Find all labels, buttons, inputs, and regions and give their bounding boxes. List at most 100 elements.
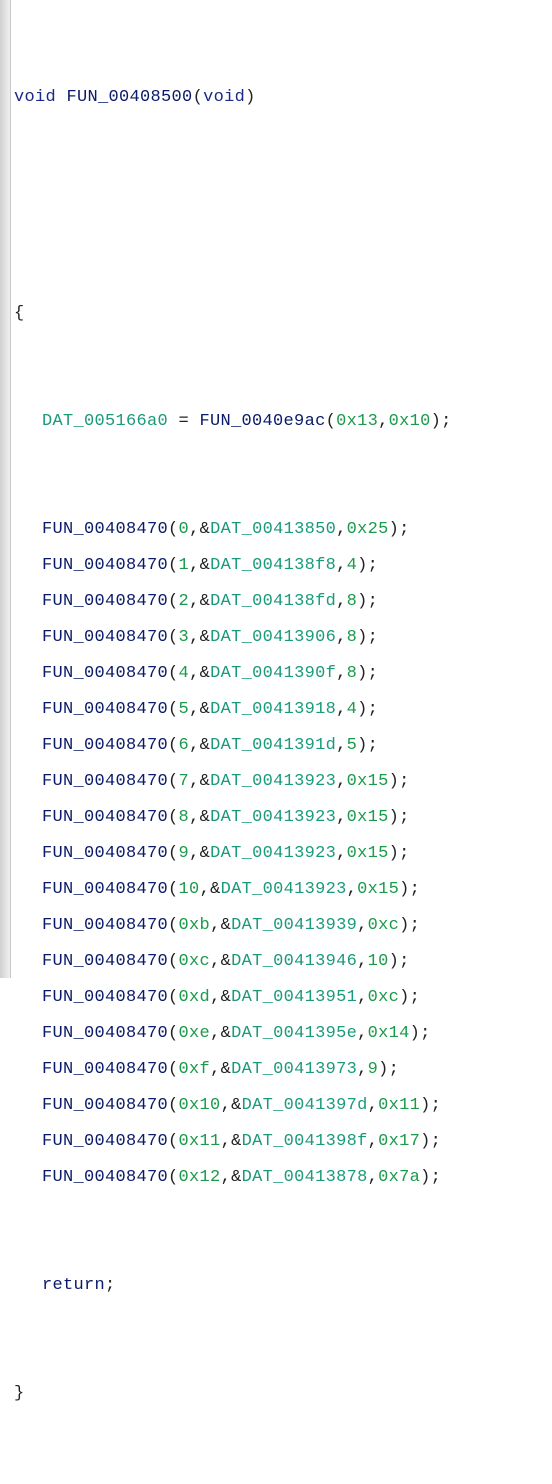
call-line[interactable]: FUN_00408470(10,&DAT_00413923,0x15);	[14, 872, 552, 908]
call-fn[interactable]: FUN_00408470	[42, 1096, 168, 1115]
arg-len: 0x14	[368, 1024, 410, 1043]
decompiler-code-view[interactable]: void FUN_00408500(void) { DAT_005166a0 =…	[0, 0, 552, 1484]
arg-len: 0x15	[357, 880, 399, 899]
call-line[interactable]: FUN_00408470(7,&DAT_00413923,0x15);	[14, 764, 552, 800]
call-fn[interactable]: FUN_00408470	[42, 1168, 168, 1187]
call-fn[interactable]: FUN_00408470	[42, 844, 168, 863]
call-fn[interactable]: FUN_00408470	[42, 988, 168, 1007]
amp: &	[200, 736, 211, 755]
arg-dat[interactable]: DAT_0041395e	[231, 1024, 357, 1043]
call-fn[interactable]: FUN_00408470	[42, 916, 168, 935]
call-line[interactable]: FUN_00408470(2,&DAT_004138fd,8);	[14, 584, 552, 620]
arg-len: 0x15	[347, 808, 389, 827]
arg-dat[interactable]: DAT_00413923	[210, 772, 336, 791]
amp: &	[200, 628, 211, 647]
arg-dat[interactable]: DAT_00413906	[210, 628, 336, 647]
call-fn[interactable]: FUN_00408470	[42, 808, 168, 827]
arg-dat[interactable]: DAT_00413923	[210, 844, 336, 863]
amp: &	[200, 844, 211, 863]
call-line[interactable]: FUN_00408470(9,&DAT_00413923,0x15);	[14, 836, 552, 872]
call-fn[interactable]: FUN_00408470	[42, 952, 168, 971]
arg-len: 8	[347, 592, 358, 611]
call-line[interactable]: FUN_00408470(0x10,&DAT_0041397d,0x11);	[14, 1088, 552, 1124]
arg-index: 0xc	[179, 952, 211, 971]
call-line[interactable]: FUN_00408470(3,&DAT_00413906,8);	[14, 620, 552, 656]
call-line[interactable]: FUN_00408470(0xf,&DAT_00413973,9);	[14, 1052, 552, 1088]
call-line[interactable]: FUN_00408470(5,&DAT_00413918,4);	[14, 692, 552, 728]
arg-dat[interactable]: DAT_00413951	[231, 988, 357, 1007]
arg-dat[interactable]: DAT_00413923	[210, 808, 336, 827]
call-line[interactable]: FUN_00408470(0xb,&DAT_00413939,0xc);	[14, 908, 552, 944]
call-fn[interactable]: FUN_00408470	[42, 592, 168, 611]
call-line[interactable]: FUN_00408470(8,&DAT_00413923,0x15);	[14, 800, 552, 836]
assignment-line[interactable]: DAT_005166a0 = FUN_0040e9ac(0x13,0x10);	[14, 404, 552, 440]
call-line[interactable]: FUN_00408470(4,&DAT_0041390f,8);	[14, 656, 552, 692]
call-line[interactable]: FUN_00408470(0xc,&DAT_00413946,10);	[14, 944, 552, 980]
call-line[interactable]: FUN_00408470(1,&DAT_004138f8,4);	[14, 548, 552, 584]
lhs-dat[interactable]: DAT_005166a0	[42, 412, 168, 431]
arg-dat[interactable]: DAT_0041398f	[242, 1132, 368, 1151]
call-line[interactable]: FUN_00408470(0,&DAT_00413850,0x25);	[14, 512, 552, 548]
close-brace: }	[14, 1384, 25, 1403]
call-line[interactable]: FUN_00408470(0x11,&DAT_0041398f,0x17);	[14, 1124, 552, 1160]
arg-dat[interactable]: DAT_00413850	[210, 520, 336, 539]
arg-dat[interactable]: DAT_00413923	[221, 880, 347, 899]
call-line[interactable]: FUN_00408470(6,&DAT_0041391d,5);	[14, 728, 552, 764]
call-fn[interactable]: FUN_00408470	[42, 700, 168, 719]
arg-index: 8	[179, 808, 190, 827]
arg-index: 0xf	[179, 1060, 211, 1079]
return-keyword: return	[42, 1276, 105, 1295]
amp: &	[210, 880, 221, 899]
call-line[interactable]: FUN_00408470(0x12,&DAT_00413878,0x7a);	[14, 1160, 552, 1196]
amp: &	[200, 664, 211, 683]
amp: &	[231, 1096, 242, 1115]
rhs-fn[interactable]: FUN_0040e9ac	[200, 412, 326, 431]
arg-index: 4	[179, 664, 190, 683]
open-paren: (	[193, 88, 204, 107]
call-fn[interactable]: FUN_00408470	[42, 772, 168, 791]
arg-index: 9	[179, 844, 190, 863]
function-signature[interactable]: void FUN_00408500(void)	[14, 80, 552, 116]
call-fn[interactable]: FUN_00408470	[42, 1024, 168, 1043]
call-fn[interactable]: FUN_00408470	[42, 1132, 168, 1151]
call-line[interactable]: FUN_00408470(0xd,&DAT_00413951,0xc);	[14, 980, 552, 1016]
arg-index: 0xd	[179, 988, 211, 1007]
arg-index: 0x11	[179, 1132, 221, 1151]
arg-len: 9	[368, 1060, 379, 1079]
amp: &	[200, 700, 211, 719]
code-gutter	[0, 0, 11, 978]
call-fn[interactable]: FUN_00408470	[42, 1060, 168, 1079]
call-fn[interactable]: FUN_00408470	[42, 880, 168, 899]
arg-dat[interactable]: DAT_00413918	[210, 700, 336, 719]
arg-len: 0x15	[347, 772, 389, 791]
arg-index: 0x12	[179, 1168, 221, 1187]
call-fn[interactable]: FUN_00408470	[42, 664, 168, 683]
function-name[interactable]: FUN_00408500	[67, 88, 193, 107]
arg-dat[interactable]: DAT_00413878	[242, 1168, 368, 1187]
call-fn[interactable]: FUN_00408470	[42, 736, 168, 755]
arg-len: 8	[347, 664, 358, 683]
return-line[interactable]: return;	[14, 1268, 552, 1304]
arg-len: 0xc	[368, 916, 400, 935]
arg-len: 0x17	[378, 1132, 420, 1151]
call-fn[interactable]: FUN_00408470	[42, 520, 168, 539]
arg-dat[interactable]: DAT_004138f8	[210, 556, 336, 575]
amp: &	[200, 520, 211, 539]
call-line[interactable]: FUN_00408470(0xe,&DAT_0041395e,0x14);	[14, 1016, 552, 1052]
arg-dat[interactable]: DAT_0041391d	[210, 736, 336, 755]
close-paren: )	[245, 88, 256, 107]
amp: &	[231, 1132, 242, 1151]
arg-dat[interactable]: DAT_00413939	[231, 916, 357, 935]
arg-dat[interactable]: DAT_00413973	[231, 1060, 357, 1079]
arg-index: 0xe	[179, 1024, 211, 1043]
arg-dat[interactable]: DAT_00413946	[231, 952, 357, 971]
arg-index: 2	[179, 592, 190, 611]
arg-len: 0x25	[347, 520, 389, 539]
amp: &	[200, 556, 211, 575]
call-fn[interactable]: FUN_00408470	[42, 556, 168, 575]
return-type: void	[14, 88, 56, 107]
arg-dat[interactable]: DAT_0041390f	[210, 664, 336, 683]
arg-dat[interactable]: DAT_0041397d	[242, 1096, 368, 1115]
call-fn[interactable]: FUN_00408470	[42, 628, 168, 647]
arg-dat[interactable]: DAT_004138fd	[210, 592, 336, 611]
